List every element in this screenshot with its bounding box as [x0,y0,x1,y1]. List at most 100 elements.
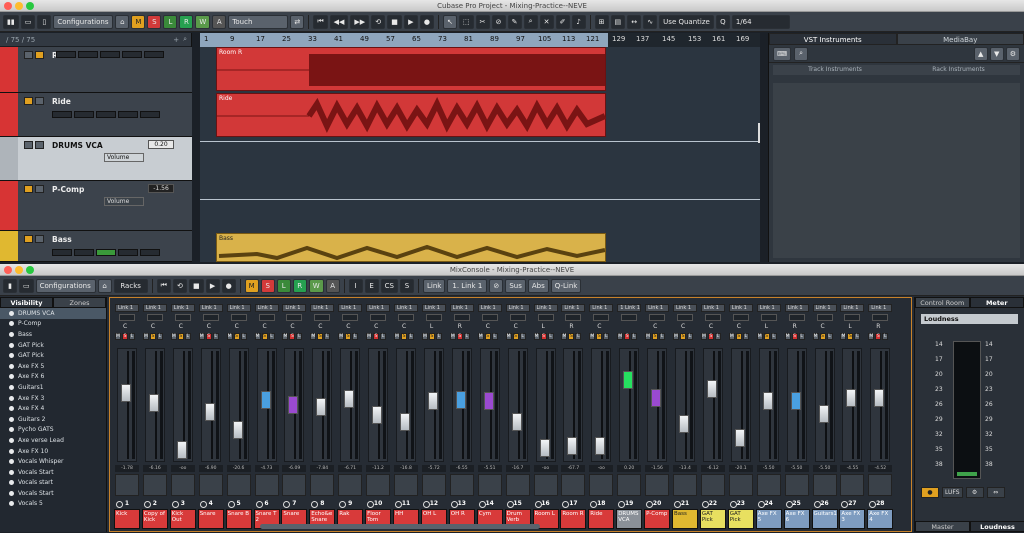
mute-tool-icon[interactable]: ✕ [540,15,554,29]
channel-automation-buttons[interactable] [785,474,809,496]
channel-solo-button[interactable]: S [345,333,351,340]
snap-to-zero-icon[interactable]: ∿ [643,15,657,29]
channel-mute-button[interactable]: M [310,333,316,340]
track-mute-button[interactable] [24,235,33,243]
close-window-button[interactable] [4,2,12,10]
channel-overview-icon[interactable]: ▭ [19,279,34,293]
fader-value[interactable]: -4.55 [840,465,864,472]
track-drums-vca[interactable]: DRUMS VCA 0.20 Volume [0,137,192,181]
channel-solo-button[interactable]: S [122,333,128,340]
track-control[interactable] [118,249,138,256]
visibility-toggle-icon[interactable] [9,321,14,326]
range-tool-icon[interactable]: ⬚ [459,15,474,29]
vst-search-icon[interactable]: ⌕ [794,47,808,61]
tab-control-room[interactable]: Control Room [915,297,970,308]
pan-control[interactable] [482,314,498,321]
visibility-toggle-icon[interactable] [9,396,14,401]
channel-mute-button[interactable]: M [394,333,400,340]
fader-value[interactable]: -5.50 [757,465,781,472]
mix-settings-icon[interactable]: ⌂ [98,279,112,293]
grid-mode-icon[interactable]: ↔ [627,15,641,29]
p-comp-automation-line[interactable] [200,199,760,200]
fader-cap[interactable] [540,439,550,457]
fader-cap[interactable] [344,390,354,408]
channel-listen-button[interactable]: L [269,333,275,340]
channel-listen-button[interactable]: L [380,333,386,340]
channel-name[interactable]: Axe FX 3 [839,509,865,529]
track-instruments-label[interactable]: Track Instruments [808,65,862,75]
channel-automation-buttons[interactable] [115,474,139,496]
channel-automation-buttons[interactable] [199,474,223,496]
settings-icon[interactable]: ⌂ [115,15,129,29]
channel-solo-button[interactable]: S [847,333,853,340]
mixer-horizontal-scrollbar[interactable] [260,524,540,529]
channel-listen-button[interactable]: L [464,333,470,340]
fader-value[interactable]: -5.50 [785,465,809,472]
channel-fader[interactable] [675,348,695,462]
rack-instruments-label[interactable]: Rack Instruments [932,65,985,75]
visibility-toggle-icon[interactable] [9,427,14,432]
pan-control[interactable] [426,314,442,321]
quantize-dropdown[interactable]: Use Quantize [659,15,714,29]
channel-automation-buttons[interactable] [701,474,725,496]
vst-down-icon[interactable]: ▼ [990,47,1004,61]
channel-fader[interactable] [396,348,416,462]
channel-listen-button[interactable]: L [799,333,805,340]
channel-fader[interactable] [257,348,277,462]
mix-write-button[interactable]: W [309,279,324,293]
quantize-value-dropdown[interactable]: 1/64 [732,15,790,29]
channel-link-label[interactable]: Link 1 [757,304,781,312]
track-control[interactable] [74,111,94,118]
pan-control[interactable] [398,314,414,321]
pan-control[interactable] [872,314,888,321]
channel-listen-button[interactable]: L [575,333,581,340]
fader-cap[interactable] [512,413,522,431]
mix-stop-icon[interactable]: ■ [189,279,204,293]
channel-link-label[interactable]: Link 1 [115,304,139,312]
channel-automation-buttons[interactable] [645,474,669,496]
visibility-item[interactable]: Guitars 2 [0,414,106,425]
channel-mute-button[interactable]: M [785,333,791,340]
visibility-item[interactable]: Axe verse Lead [0,435,106,446]
visibility-item[interactable]: Vocals 5 [0,499,106,510]
track-volume-dropdown[interactable]: Volume [104,197,144,206]
channel-mute-button[interactable]: M [422,333,428,340]
fader-value[interactable]: -20.6 [227,465,251,472]
channel-listen-button[interactable]: L [213,333,219,340]
fader-value[interactable]: -6.55 [450,465,474,472]
channel-strip-button[interactable]: CS [381,279,398,293]
grid-type-icon[interactable]: ▤ [611,15,626,29]
audio-event-ride[interactable]: Ride [216,93,606,137]
channel-link-label[interactable]: Link 1 [282,304,306,312]
suspend-button[interactable]: Sus [505,279,526,293]
mix-record-icon[interactable]: ● [222,279,236,293]
fader-value[interactable]: 0.20 [617,465,641,472]
visibility-item[interactable]: Axe FX 10 [0,446,106,457]
channel-solo-button[interactable]: S [206,333,212,340]
fader-cap[interactable] [316,398,326,416]
channel-name[interactable]: Copy of Kick [142,509,168,529]
tab-vst-instruments[interactable]: VST Instruments [769,33,897,45]
zoom-window-button[interactable] [26,2,34,10]
visibility-item[interactable]: Bass [0,329,106,340]
channel-solo-button[interactable]: S [875,333,881,340]
channel-listen-button[interactable]: L [603,333,609,340]
channel-fader[interactable] [647,348,667,462]
channel-listen-button[interactable]: L [548,333,554,340]
fader-value[interactable]: -1.78 [115,465,139,472]
visibility-toggle-icon[interactable] [9,438,14,443]
meter-reset-icon[interactable]: ● [921,487,939,498]
lower-zone-toggle-icon[interactable]: ▭ [21,15,36,29]
channel-solo-button[interactable]: S [708,333,714,340]
vst-up-icon[interactable]: ▲ [974,47,988,61]
channel-mute-button[interactable]: M [506,333,512,340]
channel-automation-buttons[interactable] [171,474,195,496]
fader-value[interactable]: -20.1 [729,465,753,472]
pan-control[interactable] [259,314,275,321]
quantize-icon[interactable]: Q [716,15,730,29]
channel-mute-button[interactable]: M [338,333,344,340]
fader-cap[interactable] [623,371,633,389]
track-mute-button[interactable] [24,185,33,193]
channel-link-label[interactable]: Link 1 [394,304,418,312]
channel-name[interactable]: Room R [560,509,586,529]
